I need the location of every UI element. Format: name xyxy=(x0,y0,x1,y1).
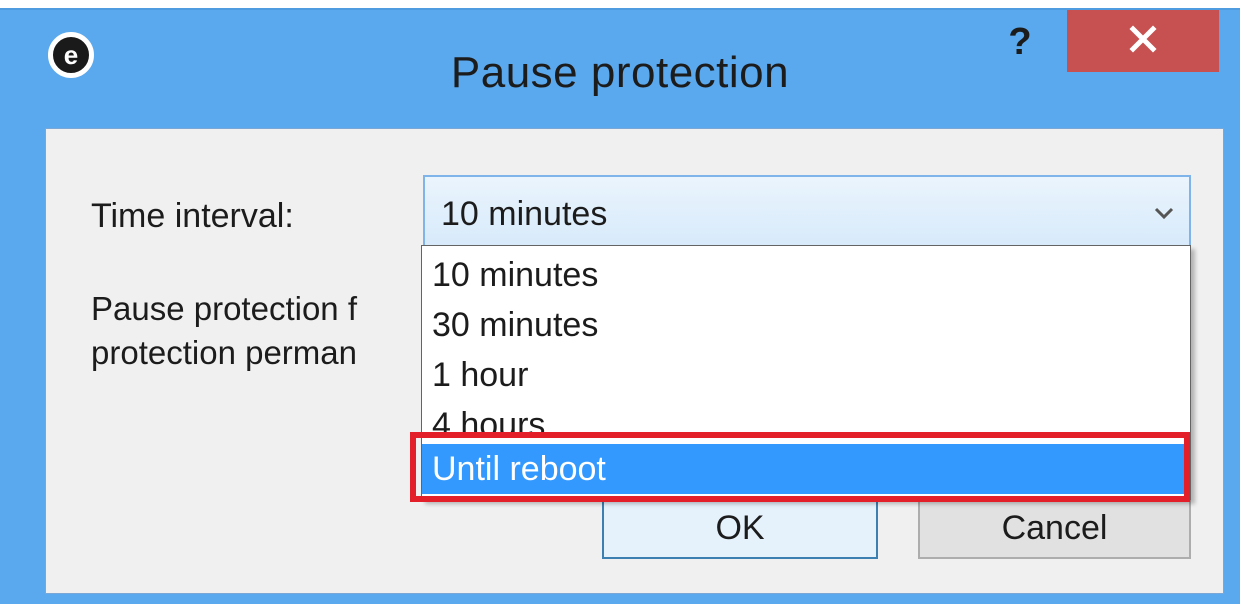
help-button[interactable]: ? xyxy=(990,18,1050,66)
window-title: Pause protection xyxy=(450,48,790,97)
option-until-reboot[interactable]: Until reboot xyxy=(422,444,1190,494)
chevron-down-icon xyxy=(1153,205,1175,226)
close-button[interactable] xyxy=(1067,10,1219,72)
option-30-minutes[interactable]: 30 minutes xyxy=(422,300,1190,350)
time-interval-select[interactable]: 10 minutes xyxy=(423,175,1191,249)
title-bar[interactable]: e Pause protection ? xyxy=(0,10,1240,128)
description-text: Pause protection f protection perman xyxy=(91,287,431,375)
ok-button[interactable]: OK xyxy=(602,497,878,559)
pause-protection-dialog: e Pause protection ? Time interval: 10 m… xyxy=(0,0,1240,604)
description-line-2: protection perman xyxy=(91,334,357,371)
close-icon xyxy=(1129,25,1157,53)
option-1-hour[interactable]: 1 hour xyxy=(422,350,1190,400)
selected-interval: 10 minutes xyxy=(441,195,608,233)
option-10-minutes[interactable]: 10 minutes xyxy=(422,250,1190,300)
time-interval-dropdown-list: 10 minutes 30 minutes 1 hour 4 hours Unt… xyxy=(421,245,1191,500)
option-4-hours[interactable]: 4 hours xyxy=(422,400,1190,450)
description-line-1: Pause protection f xyxy=(91,290,357,327)
cancel-button[interactable]: Cancel xyxy=(918,497,1191,559)
time-interval-label: Time interval: xyxy=(91,197,294,235)
